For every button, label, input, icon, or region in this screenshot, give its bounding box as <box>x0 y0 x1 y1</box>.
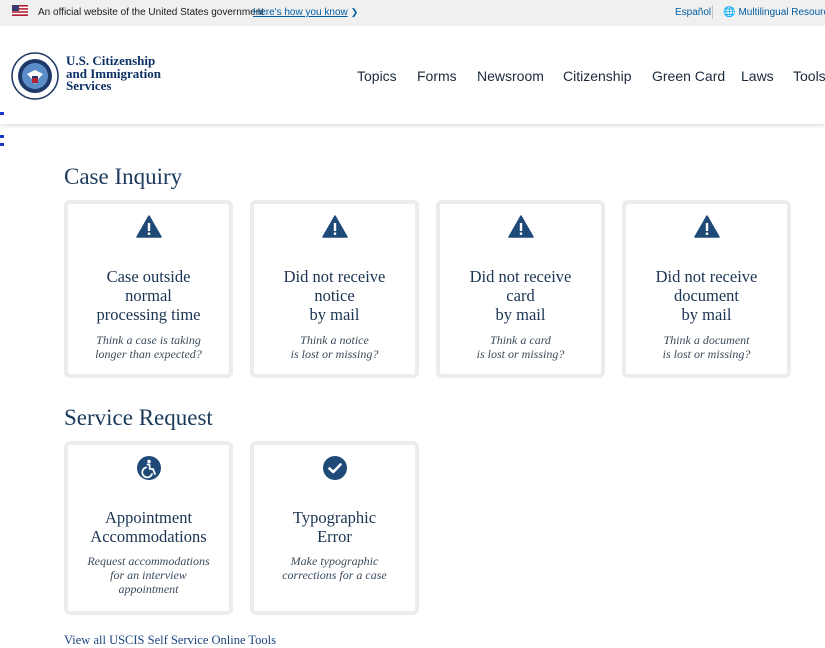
card-title: Did not receive notice by mail <box>283 267 386 324</box>
nav-laws[interactable]: Laws <box>741 68 774 84</box>
card-title: Case outside normal processing time <box>96 267 201 324</box>
multilingual-resources-link[interactable]: 🌐Multilingual Resources <box>723 7 825 18</box>
site-header: U.S. Citizenship and Immigration Service… <box>0 26 825 124</box>
notice-not-received-card[interactable]: Did not receive notice by mail Think a n… <box>250 200 419 378</box>
dhs-seal-logo[interactable] <box>11 52 59 100</box>
gov-banner: An official website of the United States… <box>0 0 825 26</box>
nav-citizenship[interactable]: Citizenship <box>563 68 631 84</box>
card-title: Did not receive card by mail <box>469 267 572 324</box>
card-description: Think a notice is lost or missing? <box>290 333 379 361</box>
case-outside-processing-time-card[interactable]: Case outside normal processing time Thin… <box>64 200 233 378</box>
how-you-know-link[interactable]: Here's how you know ❯ <box>253 7 358 18</box>
accessibility-icon <box>136 456 161 480</box>
card-description: Think a case is taking longer than expec… <box>95 333 202 361</box>
us-flag-icon <box>12 5 28 16</box>
chevron-down-icon: ❯ <box>350 7 359 17</box>
nav-forms[interactable]: Forms <box>417 68 457 84</box>
nav-newsroom[interactable]: Newsroom <box>477 68 544 84</box>
card-description: Think a card is lost or missing? <box>476 333 565 361</box>
card-not-received-card[interactable]: Did not receive card by mail Think a car… <box>436 200 605 378</box>
check-circle-icon <box>322 456 347 480</box>
nav-tools[interactable]: Tools <box>793 68 825 84</box>
card-description: Think a document is lost or missing? <box>662 333 751 361</box>
card-title: Appointment Accommodations <box>90 508 207 546</box>
agency-name[interactable]: U.S. Citizenship and Immigration Service… <box>66 54 161 93</box>
warning-icon <box>321 215 348 238</box>
warning-icon <box>135 215 162 238</box>
warning-icon <box>693 215 720 238</box>
focus-indicator-mark <box>0 112 4 115</box>
espanol-link[interactable]: Español <box>675 7 711 18</box>
focus-indicator-mark <box>0 135 4 138</box>
focus-indicator-mark <box>0 143 4 146</box>
document-not-received-card[interactable]: Did not receive document by mail Think a… <box>622 200 791 378</box>
card-description: Make typographic corrections for a case <box>282 554 387 582</box>
nav-green-card[interactable]: Green Card <box>652 68 725 84</box>
service-request-heading: Service Request <box>64 405 213 430</box>
gov-banner-text: An official website of the United States… <box>38 7 265 18</box>
multilingual-label: Multilingual Resources <box>738 7 825 18</box>
card-title: Typographic Error <box>292 508 377 546</box>
globe-icon: 🌐 <box>723 7 736 18</box>
typographic-error-card[interactable]: Typographic Error Make typographic corre… <box>250 441 419 615</box>
language-divider <box>712 5 713 19</box>
case-inquiry-heading: Case Inquiry <box>64 164 183 189</box>
agency-name-line-3: Services <box>66 78 112 93</box>
card-description: Request accommodations for an interview … <box>87 554 210 596</box>
appointment-accommodations-card[interactable]: Appointment Accommodations Request accom… <box>64 441 233 615</box>
nav-topics[interactable]: Topics <box>357 68 397 84</box>
warning-icon <box>507 215 534 238</box>
card-title: Did not receive document by mail <box>655 267 758 324</box>
how-you-know-label: Here's how you know <box>253 7 348 18</box>
